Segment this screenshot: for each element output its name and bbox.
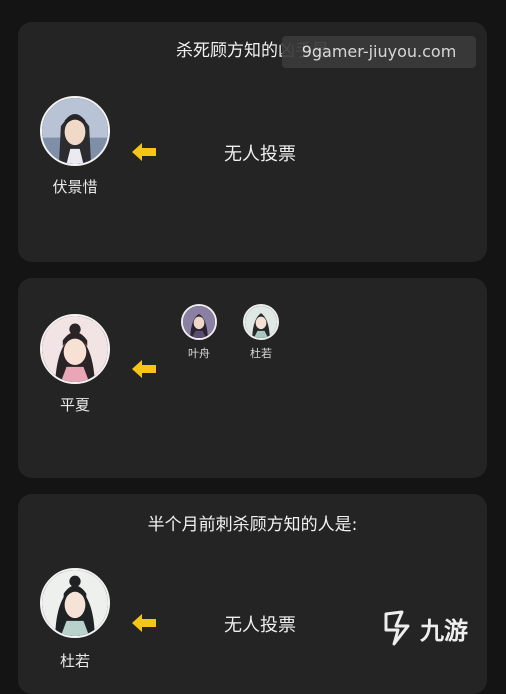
player-name: 杜若 bbox=[59, 652, 90, 670]
player-avatar[interactable] bbox=[40, 314, 110, 384]
nine-game-logo-icon bbox=[384, 610, 410, 646]
logo-text: 九游 bbox=[420, 616, 468, 645]
voter-name: 叶舟 bbox=[188, 347, 210, 360]
vote-result: 无人投票 bbox=[224, 615, 296, 636]
brand-logo: 九游 bbox=[380, 606, 490, 650]
player-name: 平夏 bbox=[59, 396, 90, 414]
question-title: 半个月前刺杀顾方知的人是: bbox=[147, 515, 358, 535]
voter-avatar[interactable] bbox=[181, 304, 217, 340]
arrow-left-icon bbox=[132, 143, 156, 161]
voter-name: 杜若 bbox=[250, 347, 272, 360]
vote-card-2: 平夏 叶舟 杜若 bbox=[18, 278, 487, 478]
voter-avatar[interactable] bbox=[243, 304, 279, 340]
vote-result: 无人投票 bbox=[224, 144, 296, 165]
player-name: 伏景惜 bbox=[52, 178, 98, 196]
arrow-left-icon bbox=[132, 614, 156, 632]
site-watermark: 9gamer-jiuyou.com bbox=[282, 36, 476, 68]
player-avatar[interactable] bbox=[40, 96, 110, 166]
vote-card-3: 半个月前刺杀顾方知的人是: 杜若 无人投票 bbox=[18, 494, 487, 694]
player-avatar[interactable] bbox=[40, 568, 110, 638]
arrow-left-icon bbox=[132, 360, 156, 378]
